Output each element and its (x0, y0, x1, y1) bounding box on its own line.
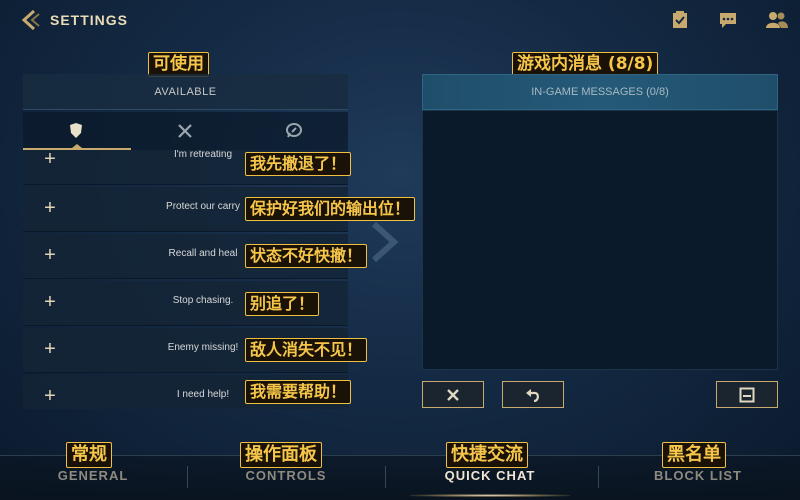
undo-button[interactable] (502, 381, 564, 408)
item-cn-annotation: 我需要帮助！ (245, 380, 352, 404)
tab-ping[interactable] (239, 112, 347, 150)
shield-icon (70, 123, 82, 138)
item-cn-annotation: 我先撤退了！ (245, 152, 352, 176)
available-header: AVAILABLE (23, 74, 348, 110)
messages-header: IN-GAME MESSAGES (0/8) (422, 74, 778, 110)
add-icon[interactable]: + (41, 198, 59, 218)
save-icon (739, 387, 755, 402)
nav-cn-annotation: 快捷交流 (446, 442, 528, 468)
available-label: AVAILABLE (154, 86, 217, 98)
nav-block-list[interactable]: BLOCK LIST (618, 468, 778, 483)
messages-list[interactable] (422, 110, 778, 370)
nav-divider (598, 466, 599, 488)
tab-active-caret (72, 144, 82, 148)
nav-quick-chat[interactable]: QUICK CHAT (410, 468, 570, 483)
back-chevron-icon[interactable] (20, 9, 42, 31)
add-icon[interactable]: + (41, 386, 59, 406)
add-icon[interactable]: + (41, 245, 59, 265)
top-bar: SETTINGS (0, 0, 800, 40)
nav-general[interactable]: GENERAL (13, 468, 173, 483)
item-cn-annotation: 保护好我们的输出位！ (245, 197, 416, 221)
crossed-swords-icon (178, 124, 192, 138)
quick-chat-list: + I'm retreating + Protect our carry + R… (23, 150, 348, 409)
tab-combat[interactable] (131, 112, 239, 150)
nav-cn-annotation: 黑名单 (662, 442, 726, 468)
friends-icon[interactable] (766, 10, 788, 30)
save-button[interactable] (716, 381, 778, 408)
nav-divider (187, 466, 188, 488)
nav-divider (385, 466, 386, 488)
transfer-arrow-icon (371, 222, 399, 262)
item-cn-annotation: 状态不好快撤！ (245, 244, 368, 268)
messages-label: IN-GAME MESSAGES (0/8) (531, 86, 669, 98)
nav-controls[interactable]: CONTROLS (206, 468, 366, 483)
add-icon[interactable]: + (41, 292, 59, 312)
nav-active-indicator (410, 494, 570, 497)
close-icon (447, 388, 459, 401)
tab-shield[interactable] (23, 112, 131, 150)
clear-button[interactable] (422, 381, 484, 408)
chat-ping-icon (286, 123, 302, 138)
chat-bubble-icon[interactable] (718, 10, 738, 30)
item-cn-annotation: 别追了！ (245, 292, 320, 316)
undo-icon (526, 388, 539, 402)
nav-cn-annotation: 操作面板 (240, 442, 322, 468)
nav-cn-annotation: 常规 (66, 442, 112, 468)
add-icon[interactable]: + (41, 150, 59, 169)
category-tabs (23, 112, 348, 150)
add-icon[interactable]: + (41, 339, 59, 359)
page-title: SETTINGS (50, 12, 129, 28)
item-cn-annotation: 敌人消失不见！ (245, 338, 368, 362)
checklist-icon[interactable] (670, 10, 690, 30)
